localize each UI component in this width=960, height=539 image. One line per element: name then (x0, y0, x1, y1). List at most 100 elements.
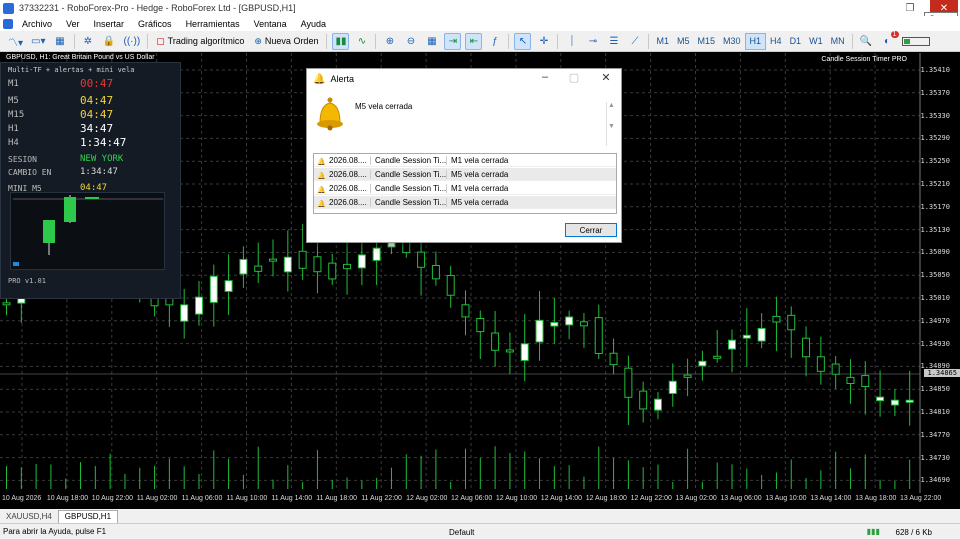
alert-message: M5 vela cerrada (355, 102, 413, 111)
price-tick-label: 1.34930 (920, 339, 950, 348)
candle-body (180, 304, 189, 322)
search-icon[interactable]: 🔍 (858, 33, 875, 50)
time-tick-label: 11 Aug 06:00 (181, 495, 223, 502)
price-tick-label: 1.35370 (920, 88, 950, 97)
time-tick-label: 13 Aug 22:00 (900, 495, 942, 502)
signal-icon[interactable]: ((·)) (122, 33, 143, 50)
zoom-in-icon[interactable]: ⊕ (381, 33, 398, 50)
stop-icon: ▢ (156, 35, 165, 46)
dialog-close-icon[interactable]: ✕ (595, 71, 617, 84)
row-message: M5 vela cerrada (446, 169, 616, 179)
autoscroll-icon[interactable]: ⇥ (444, 32, 462, 50)
toolbar-separator (508, 33, 510, 49)
chart-symbol-header: GBPUSD, H1: Great Britain Pound vs US Do… (6, 54, 155, 61)
zoom-out-icon[interactable]: ⊖ (402, 33, 419, 50)
price-tick-label: 1.35090 (920, 248, 950, 257)
window-title: 37332231 - RoboForex-Pro - Hedge - RoboF… (19, 3, 296, 13)
time-tick-label: 12 Aug 10:00 (495, 495, 538, 502)
notifications-icon[interactable]: ◐ 1 (879, 30, 899, 50)
indicators-icon[interactable]: ƒ (486, 33, 503, 50)
message-scrollbar[interactable]: ▲ ▼ (606, 102, 616, 146)
chart-type-icon[interactable]: 〽▾ (6, 33, 25, 50)
candle-body (772, 315, 781, 323)
minimize-icon[interactable]: – (534, 71, 556, 83)
new-chart-icon[interactable]: ▭▾ (29, 33, 47, 50)
new-order-button[interactable]: ⊕ Nueva Orden (251, 33, 321, 50)
channel-icon[interactable]: ☰ (605, 33, 622, 50)
timeframe-m5[interactable]: M5 (673, 33, 694, 50)
alert-history-list[interactable]: 🔔 2026.08.... Candle Session Ti... M1 vel… (313, 153, 617, 214)
timeframe-w1[interactable]: W1 (805, 33, 827, 50)
algo-trading-button[interactable]: ▢ Trading algorítmico (153, 33, 247, 50)
alert-row[interactable]: 🔔 2026.08.... Candle Session Ti... M1 vel… (314, 154, 616, 167)
timeframe-m30[interactable]: M30 (719, 33, 745, 50)
maximize-icon[interactable]: ▢ (563, 71, 585, 84)
bar-chart-icon[interactable]: ▮▮ (332, 32, 350, 50)
lock-icon[interactable]: 🔒 (101, 33, 118, 50)
candle-body (254, 265, 263, 272)
time-tick-label: 10 Aug 2026 (2, 495, 42, 502)
crosshair-icon[interactable]: ✛ (535, 33, 552, 50)
tf-label-m1: M1 (8, 79, 19, 89)
menu-app-icon[interactable] (3, 18, 13, 29)
menu-ayuda[interactable]: Ayuda (294, 19, 333, 29)
time-tick-label: 11 Aug 14:00 (271, 495, 313, 502)
cerrar-button[interactable]: Cerrar (565, 223, 617, 237)
menu-graficos[interactable]: Gráficos (131, 19, 179, 29)
candle-body (194, 296, 203, 315)
candle-body (698, 360, 707, 367)
row-source: Candle Session Ti... (370, 183, 446, 193)
tile-icon[interactable]: ▦ (423, 33, 440, 50)
candle-body (668, 380, 677, 395)
tf-value-h1: 34:47 (80, 122, 114, 135)
alert-row[interactable]: 🔔 2026.08.... Candle Session Ti... M1 vel… (314, 182, 616, 195)
restore-icon[interactable]: ❐ (896, 0, 924, 16)
horizontal-line-icon[interactable]: ⊸ (584, 33, 601, 50)
timeframe-mn[interactable]: MN (827, 33, 849, 50)
session-timer-panel[interactable]: GBPUSD, H1: Great Britain Pound vs US Do… (0, 54, 181, 299)
connection-icon: ▮▮▮ (866, 527, 880, 536)
time-tick-label: 13 Aug 14:00 (810, 495, 852, 502)
navigator-icon[interactable]: ✲ (80, 33, 97, 50)
menu-ventana[interactable]: Ventana (247, 19, 294, 29)
cursor-icon[interactable]: ↖ (514, 32, 532, 50)
price-tick-label: 1.35010 (920, 294, 950, 302)
candle-body (579, 321, 588, 327)
candle-body (520, 343, 529, 361)
price-tick-label: 1.34690 (920, 476, 950, 485)
vertical-line-icon[interactable]: ⏐ (563, 33, 580, 50)
row-message: M1 vela cerrada (446, 155, 616, 165)
timeframe-h1[interactable]: H1 (744, 32, 767, 50)
toolbar-separator (147, 33, 149, 49)
alert-row[interactable]: 🔔 2026.08.... Candle Session Ti... M5 vel… (314, 196, 616, 209)
row-bell-icon: 🔔 (317, 200, 326, 207)
time-tick-label: 13 Aug 18:00 (855, 495, 897, 502)
price-tick-label: 1.35330 (920, 111, 950, 120)
tab-xauusd[interactable]: XAUUSD,H4 (0, 510, 58, 523)
price-tick-label: 1.35210 (920, 180, 950, 188)
chart-shift-icon[interactable]: ⇤ (465, 32, 483, 50)
row-time: 2026.08.... (329, 155, 367, 165)
toolbar-separator (73, 33, 75, 49)
alert-dialog[interactable]: 🔔 Alerta – ▢ ✕ M5 vela cerrada ▲ ▼ 🔔 2026.… (306, 68, 622, 243)
time-tick-label: 13 Aug 06:00 (720, 495, 762, 502)
toolbar: 〽▾ ▭▾ ▦ ✲ 🔒 ((·)) ▢ Trading algorítmico ⊕… (0, 30, 960, 52)
timeframe-m15[interactable]: M15 (694, 33, 720, 50)
time-tick-label: 11 Aug 02:00 (136, 495, 178, 502)
line-chart-icon[interactable]: ∿ (353, 33, 370, 50)
time-tick-label: 10 Aug 18:00 (46, 495, 89, 502)
candle-body (224, 280, 233, 292)
timeframe-m1[interactable]: M1 (652, 33, 673, 50)
menu-archivo[interactable]: Archivo (15, 19, 59, 29)
timeframe-d1[interactable]: D1 (786, 33, 806, 50)
status-profile[interactable]: Default (449, 528, 474, 537)
menu-insertar[interactable]: Insertar (87, 19, 132, 29)
tab-gbpusd[interactable]: GBPUSD,H1 (57, 509, 119, 523)
templates-icon[interactable]: ▦ (52, 33, 69, 50)
menu-herramientas[interactable]: Herramientas (179, 19, 247, 29)
tf-label-m5: M5 (8, 96, 19, 106)
trendline-icon[interactable]: ⟋ (626, 33, 643, 50)
alert-row[interactable]: 🔔 2026.08.... Candle Session Ti... M5 vel… (314, 168, 616, 181)
menu-ver[interactable]: Ver (59, 19, 87, 29)
timeframe-h4[interactable]: H4 (766, 33, 786, 50)
